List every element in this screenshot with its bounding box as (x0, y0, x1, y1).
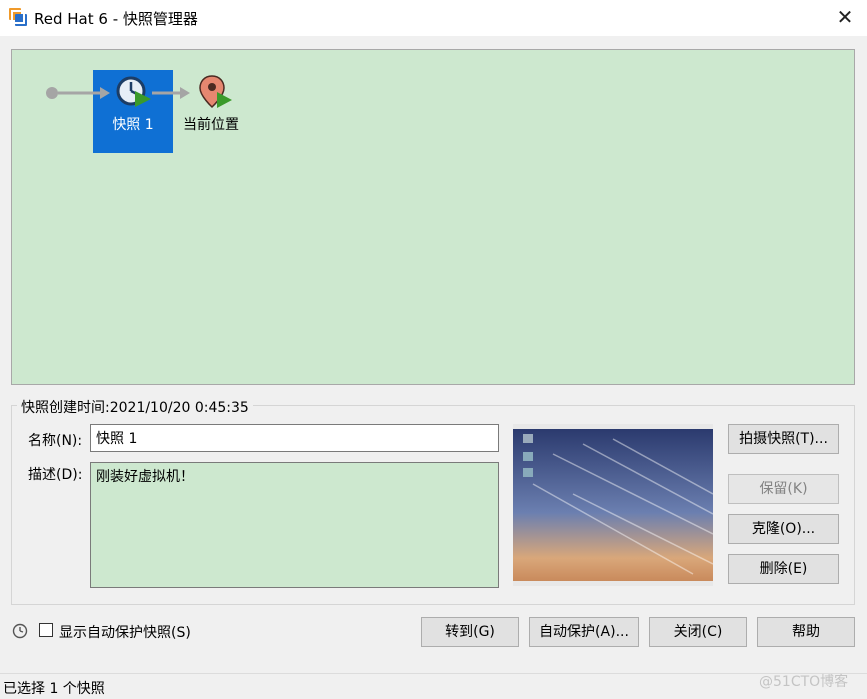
show-autoprotect-checkbox[interactable] (39, 623, 53, 637)
snapshot-clock-icon (116, 76, 151, 107)
autoprotect-button[interactable]: 自动保护(A)... (529, 617, 639, 647)
autoprotect-history-icon (12, 623, 28, 639)
close-window-button[interactable]: ✕ (832, 4, 858, 30)
name-field[interactable]: 快照 1 (90, 424, 499, 452)
description-label: 描述(D): (28, 467, 83, 483)
take-snapshot-button[interactable]: 拍摄快照(T)... (728, 424, 839, 454)
status-text: 已选择 1 个快照 (3, 681, 105, 697)
vmware-logo-icon (8, 7, 28, 27)
arrow-right-icon (100, 87, 110, 99)
arrow-right-icon (180, 87, 190, 99)
delete-button[interactable]: 删除(E) (728, 554, 839, 584)
show-autoprotect-label[interactable]: 显示自动保护快照(S) (59, 622, 191, 642)
help-button[interactable]: 帮助 (757, 617, 855, 647)
window-title: Red Hat 6 - 快照管理器 (34, 10, 198, 28)
current-location-pin-icon (199, 75, 232, 109)
goto-button[interactable]: 转到(G) (421, 617, 519, 647)
snapshot-node-label: 快照 1 (112, 117, 154, 133)
snapshot-created-time: 快照创建时间:2021/10/20 0:45:35 (17, 397, 253, 417)
current-location-label: 当前位置 (183, 117, 239, 133)
keep-button[interactable]: 保留(K) (728, 474, 839, 504)
close-button[interactable]: 关闭(C) (649, 617, 747, 647)
description-field[interactable]: 刚装好虚拟机！ (90, 462, 499, 588)
clone-button[interactable]: 克隆(O)... (728, 514, 839, 544)
root-dot-icon (46, 87, 58, 99)
watermark: @51CTO博客 (759, 674, 849, 690)
snapshot-thumbnail (513, 424, 714, 586)
status-bar (0, 673, 867, 699)
name-label: 名称(N): (28, 433, 83, 449)
